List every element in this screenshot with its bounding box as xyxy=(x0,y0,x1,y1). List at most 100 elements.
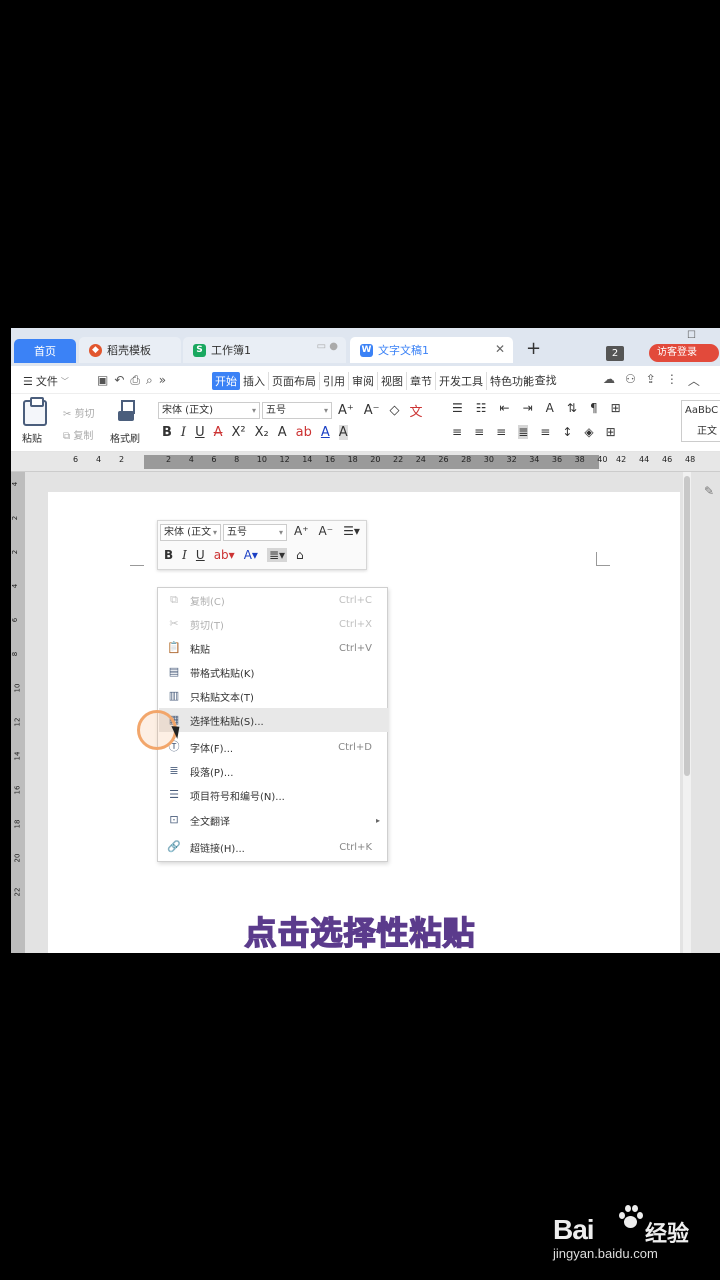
paste-button[interactable]: 粘贴 xyxy=(22,430,42,445)
bold-icon[interactable]: B xyxy=(164,548,173,562)
align-left-icon[interactable]: ≡ xyxy=(452,425,462,439)
collaborate-icon[interactable]: ⚇ xyxy=(625,372,636,389)
vertical-scrollbar[interactable] xyxy=(683,472,691,953)
menu-item-paste-text-only[interactable]: ▥ 只粘贴文本(T) xyxy=(159,684,388,708)
tab-insert[interactable]: 插入 xyxy=(240,372,268,390)
vertical-ruler[interactable]: 4 2 2 4 6 8 10 12 14 16 18 20 22 xyxy=(11,472,25,953)
font-color-icon[interactable]: A xyxy=(321,425,330,440)
preview-icon[interactable]: ⌕ xyxy=(146,373,153,388)
decrease-indent-icon[interactable]: ⇤ xyxy=(500,401,510,415)
shading-icon[interactable]: ◈ xyxy=(584,425,593,439)
text-effect-icon[interactable]: A xyxy=(278,425,287,440)
increase-indent-icon[interactable]: ⇥ xyxy=(523,401,533,415)
eraser-icon[interactable]: ⌂ xyxy=(296,548,304,562)
underline-icon[interactable]: U xyxy=(196,548,205,562)
paste-icon[interactable] xyxy=(23,397,47,426)
window-count-badge[interactable]: 2 xyxy=(606,346,624,361)
justify-icon[interactable]: ≣ xyxy=(518,425,529,439)
menu-item-copy[interactable]: ⧉ 复制(C) Ctrl+C xyxy=(159,588,388,612)
superscript-icon[interactable]: X² xyxy=(231,425,245,440)
menu-item-bullets-numbering[interactable]: ☰ 项目符号和编号(N)... xyxy=(159,783,388,807)
tab-home-label: 首页 xyxy=(34,345,56,358)
align-right-icon[interactable]: ≡ xyxy=(496,425,506,439)
justify-icon[interactable]: ≣▾ xyxy=(266,548,288,562)
format-painter-button[interactable]: 格式刷 xyxy=(110,430,140,445)
tab-start[interactable]: 开始 xyxy=(212,372,240,390)
share-icon[interactable]: ⇪ xyxy=(646,372,656,389)
format-painter-icon[interactable] xyxy=(118,400,136,424)
tab-developer[interactable]: 开发工具 xyxy=(435,372,486,390)
save-icon[interactable]: ▣ xyxy=(97,373,108,388)
style-normal[interactable]: AaBbC 正文 xyxy=(681,400,720,442)
font-color-icon[interactable]: A▾ xyxy=(244,548,258,562)
horizontal-ruler[interactable]: 6 4 2 2 4 6 8 10 12 14 16 18 20 22 24 26 28 30 32 34 36 38… xyxy=(11,452,720,472)
borders-icon[interactable]: ⊞ xyxy=(606,425,616,439)
pen-icon[interactable]: ✎ xyxy=(704,484,714,498)
close-icon[interactable]: ✕ xyxy=(495,342,505,356)
tab-templates[interactable]: ◆ 稻壳模板 xyxy=(79,337,181,363)
clear-format-icon[interactable]: ◇ xyxy=(390,403,400,418)
show-marks-icon[interactable]: ¶ xyxy=(590,401,598,415)
new-tab-button[interactable]: + xyxy=(526,340,541,358)
menu-item-hyperlink[interactable]: 🔗 超链接(H)... Ctrl+K xyxy=(159,835,388,859)
menu-item-cut[interactable]: ✂ 剪切(T) Ctrl+X xyxy=(159,612,388,636)
grow-font-icon[interactable]: A⁺ xyxy=(294,524,309,538)
menu-item-paste-with-format[interactable]: ▤ 带格式粘贴(K) xyxy=(159,660,388,684)
table-tools-icon[interactable]: ⊞ xyxy=(611,401,621,415)
highlight-icon[interactable]: ab▾ xyxy=(214,548,235,562)
grow-font-icon[interactable]: A⁺ xyxy=(338,403,354,418)
strikethrough-icon[interactable]: A xyxy=(214,425,223,440)
menu-item-font[interactable]: Ⓣ 字体(F)... Ctrl+D xyxy=(159,735,388,759)
tab-home[interactable]: 首页 xyxy=(14,339,76,363)
search-button[interactable]: ⌕ 查找 xyxy=(525,372,557,388)
menu-item-paragraph[interactable]: ≣ 段落(P)... xyxy=(159,759,388,783)
line-spacing-icon[interactable]: ☰▾ xyxy=(343,524,360,538)
line-spacing-icon[interactable]: ↕ xyxy=(562,425,572,439)
distributed-icon[interactable]: ≡ xyxy=(540,425,550,439)
italic-icon[interactable]: I xyxy=(181,425,186,440)
print-icon[interactable]: ⎙ xyxy=(130,373,140,388)
bold-icon[interactable]: B xyxy=(162,425,172,440)
italic-icon[interactable]: I xyxy=(182,548,187,562)
underline-icon[interactable]: U xyxy=(195,425,205,440)
tab-page-layout[interactable]: 页面布局 xyxy=(268,372,319,390)
tab-references[interactable]: 引用 xyxy=(319,372,348,390)
subscript-icon[interactable]: X₂ xyxy=(255,425,269,440)
phonetic-icon[interactable]: 文 xyxy=(410,401,423,420)
tab-section[interactable]: 章节 xyxy=(406,372,435,390)
font-size-select[interactable]: 五号 ▾ xyxy=(262,402,332,419)
kebab-icon[interactable]: ⋮ xyxy=(666,372,678,389)
menu-item-paste[interactable]: 📋 粘贴 Ctrl+V xyxy=(159,636,388,660)
context-menu: ⧉ 复制(C) Ctrl+C ✂ 剪切(T) Ctrl+X 📋 粘贴 Ctrl+… xyxy=(157,587,388,862)
tab-document[interactable]: W 文字文稿1 ✕ xyxy=(350,337,513,363)
tab-review[interactable]: 审阅 xyxy=(348,372,377,390)
tab-workbook[interactable]: S 工作簿1 ▭ ● xyxy=(183,337,346,363)
bullet-list-icon[interactable]: ☰ xyxy=(452,401,463,415)
cloud-icon[interactable]: ☁ xyxy=(603,372,615,389)
menu-item-label: 带格式粘贴(K) xyxy=(190,668,255,680)
more-icon[interactable]: » xyxy=(159,373,166,388)
align-center-icon[interactable]: ≡ xyxy=(474,425,484,439)
mini-font-size-select[interactable]: 五号 ▾ xyxy=(223,524,287,541)
numbered-list-icon[interactable]: ☷ xyxy=(476,401,487,415)
char-shading-icon[interactable]: A xyxy=(338,425,348,440)
login-button[interactable]: 访客登录 xyxy=(649,344,719,362)
char-format-icon[interactable]: A xyxy=(546,401,554,415)
mini-font-name-select[interactable]: 宋体 (正文 ▾ xyxy=(160,524,221,541)
sort-icon[interactable]: ⇅ xyxy=(567,401,577,415)
maximize-icon[interactable]: ☐ xyxy=(687,330,696,341)
cut-button[interactable]: ✂ 剪切 xyxy=(63,405,95,420)
menu-item-translate[interactable]: ⊡ 全文翻译 ▸ xyxy=(159,808,388,832)
menu-item-paste-special[interactable]: ▦ 选择性粘贴(S)... xyxy=(159,708,388,732)
undo-icon[interactable]: ↶ xyxy=(114,373,124,388)
collapse-icon[interactable]: ︿ xyxy=(688,372,700,389)
shrink-font-icon[interactable]: A⁻ xyxy=(319,524,334,538)
font-name-select[interactable]: 宋体 (正文) ▾ xyxy=(158,402,260,419)
tab-options-icon[interactable]: ▭ ● xyxy=(317,341,338,352)
tab-view[interactable]: 视图 xyxy=(377,372,406,390)
file-menu[interactable]: ☰ 文件 ﹀ xyxy=(23,373,69,389)
shrink-font-icon[interactable]: A⁻ xyxy=(364,403,380,418)
highlight-icon[interactable]: ab xyxy=(296,425,312,440)
copy-button[interactable]: ⧉ 复制 xyxy=(63,427,93,442)
scroll-thumb[interactable] xyxy=(684,476,690,776)
